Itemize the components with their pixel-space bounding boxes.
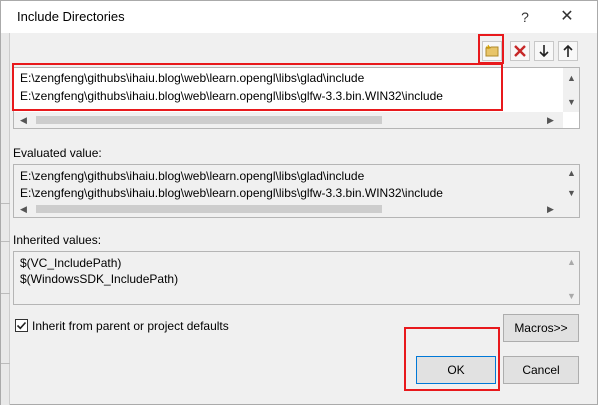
move-up-icon <box>563 44 573 57</box>
horizontal-scrollbar[interactable]: ◀ ▶ <box>14 112 563 128</box>
evaluated-value-box: E:\zengfeng\githubs\ihaiu.blog\web\learn… <box>13 164 580 218</box>
scroll-left-icon[interactable]: ◀ <box>20 203 27 215</box>
new-line-icon <box>485 44 499 57</box>
scroll-thumb[interactable] <box>36 116 382 124</box>
scroll-down-icon[interactable]: ▼ <box>567 96 576 108</box>
help-button[interactable]: ? <box>511 5 539 29</box>
delete-button[interactable] <box>510 41 530 61</box>
list-item[interactable]: E:\zengfeng\githubs\ihaiu.blog\web\learn… <box>20 88 443 104</box>
vertical-scrollbar[interactable]: ▲ ▼ <box>563 68 579 112</box>
checkmark-icon <box>16 321 27 330</box>
scroll-down-icon[interactable]: ▼ <box>567 290 576 302</box>
dialog-title: Include Directories <box>17 9 125 24</box>
list-item: E:\zengfeng\githubs\ihaiu.blog\web\learn… <box>20 186 443 200</box>
move-down-icon <box>539 45 549 58</box>
title-bar: Include Directories ? ✕ <box>1 1 597 33</box>
delete-icon <box>514 45 526 57</box>
include-directories-list[interactable]: E:\zengfeng\githubs\ihaiu.blog\web\learn… <box>13 67 580 129</box>
background-window-edge <box>1 33 10 405</box>
scroll-right-icon[interactable]: ▶ <box>547 114 554 126</box>
vertical-scrollbar[interactable]: ▲ ▼ <box>563 165 579 201</box>
inherited-values-box: $(VC_IncludePath) $(WindowsSDK_IncludePa… <box>13 251 580 305</box>
list-item: $(VC_IncludePath) <box>20 256 122 270</box>
scroll-left-icon[interactable]: ◀ <box>20 114 27 126</box>
list-item: E:\zengfeng\githubs\ihaiu.blog\web\learn… <box>20 169 365 183</box>
scroll-up-icon[interactable]: ▲ <box>567 167 576 179</box>
ok-button[interactable]: OK <box>416 356 496 384</box>
scroll-thumb[interactable] <box>36 205 382 213</box>
evaluated-value-label: Evaluated value: <box>13 146 102 160</box>
macros-button[interactable]: Macros>> <box>503 314 579 342</box>
inherited-values-label: Inherited values: <box>13 233 102 247</box>
move-down-button[interactable] <box>534 41 554 61</box>
scroll-up-icon[interactable]: ▲ <box>567 256 576 268</box>
include-directories-dialog: Include Directories ? ✕ E:\zengfeng\gith… <box>0 0 598 405</box>
close-button[interactable]: ✕ <box>553 5 581 29</box>
move-up-button[interactable] <box>558 41 578 61</box>
vertical-scrollbar[interactable]: ▲ ▼ <box>563 252 579 304</box>
list-item: $(WindowsSDK_IncludePath) <box>20 272 179 286</box>
new-line-button[interactable] <box>482 41 502 61</box>
horizontal-scrollbar[interactable]: ◀ ▶ <box>14 201 563 217</box>
scroll-down-icon[interactable]: ▼ <box>567 187 576 199</box>
inherit-checkbox[interactable] <box>15 319 28 332</box>
cancel-button[interactable]: Cancel <box>503 356 579 384</box>
inherit-label[interactable]: Inherit from parent or project defaults <box>32 319 229 333</box>
scroll-up-icon[interactable]: ▲ <box>567 72 576 84</box>
list-item[interactable]: E:\zengfeng\githubs\ihaiu.blog\web\learn… <box>20 70 364 86</box>
scroll-right-icon[interactable]: ▶ <box>547 203 554 215</box>
